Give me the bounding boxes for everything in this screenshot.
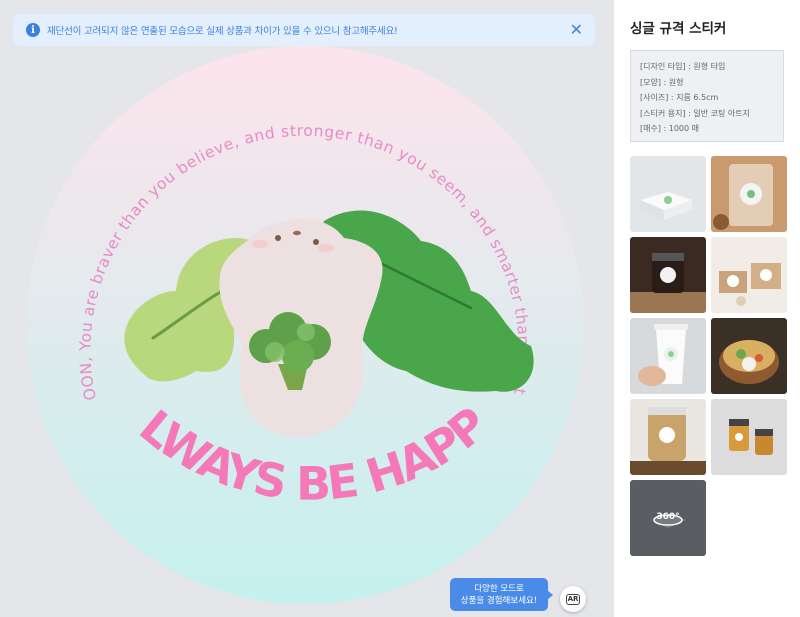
tooltip-line-2: 상품을 경험해보세요! [460, 595, 538, 606]
notice-message: 재단선이 고려되지 않은 연출된 모습으로 실제 상품과 차이가 있을 수 있으… [47, 26, 398, 37]
ar-button[interactable]: AR [560, 586, 586, 612]
thumb-coffee-cup[interactable] [630, 318, 706, 394]
mode-tooltip: 다양한 모드로 상품을 경험해보세요! [450, 578, 553, 611]
preview-canvas: i 재단선이 고려되지 않은 연출된 모습으로 실제 상품과 차이가 있을 수 … [0, 0, 614, 617]
tooltip-line-1: 다양한 모드로 [474, 583, 524, 594]
info-icon: i [26, 23, 40, 37]
thumb-honey-jars[interactable] [711, 399, 787, 475]
notice-banner: i 재단선이 고려되지 않은 연출된 모습으로 실제 상품과 차이가 있을 수 … [13, 14, 595, 46]
360-icon: 360° [656, 512, 679, 522]
spec-shape: [모양] : 원형 [640, 77, 684, 87]
ar-icon: AR [565, 593, 581, 605]
thumb-box-mockup[interactable] [630, 156, 706, 232]
panel-title: 싱글 규격 스티커 [630, 21, 727, 37]
thumb-cookie-bag[interactable] [711, 156, 787, 232]
spec-quantity: [매수] : 1000 매 [640, 124, 700, 133]
spec-size: [사이즈] : 지름 6.5cm [640, 93, 719, 102]
spec-paper: [스티커 용지] : 일반 코팅 아트지 [640, 108, 750, 118]
close-icon[interactable]: ✕ [570, 21, 583, 39]
product-info-panel: 싱글 규격 스티커 [디자인 타입] : 원형 타입 [모양] : 원형 [사이… [614, 0, 800, 617]
sticker-preview: SE YOON, You are braver than you believe… [26, 46, 584, 604]
spec-box: [디자인 타입] : 원형 타입 [모양] : 원형 [사이즈] : 지름 6.… [630, 50, 784, 142]
thumb-food-bowl[interactable] [711, 318, 787, 394]
thumb-jar-table[interactable] [630, 237, 706, 313]
spec-design-type: [디자인 타입] : 원형 타입 [640, 62, 726, 71]
thumb-360-view[interactable]: 360° [630, 480, 706, 556]
thumb-gift-boxes[interactable] [711, 237, 787, 313]
thumb-snack-jar[interactable] [630, 399, 706, 475]
